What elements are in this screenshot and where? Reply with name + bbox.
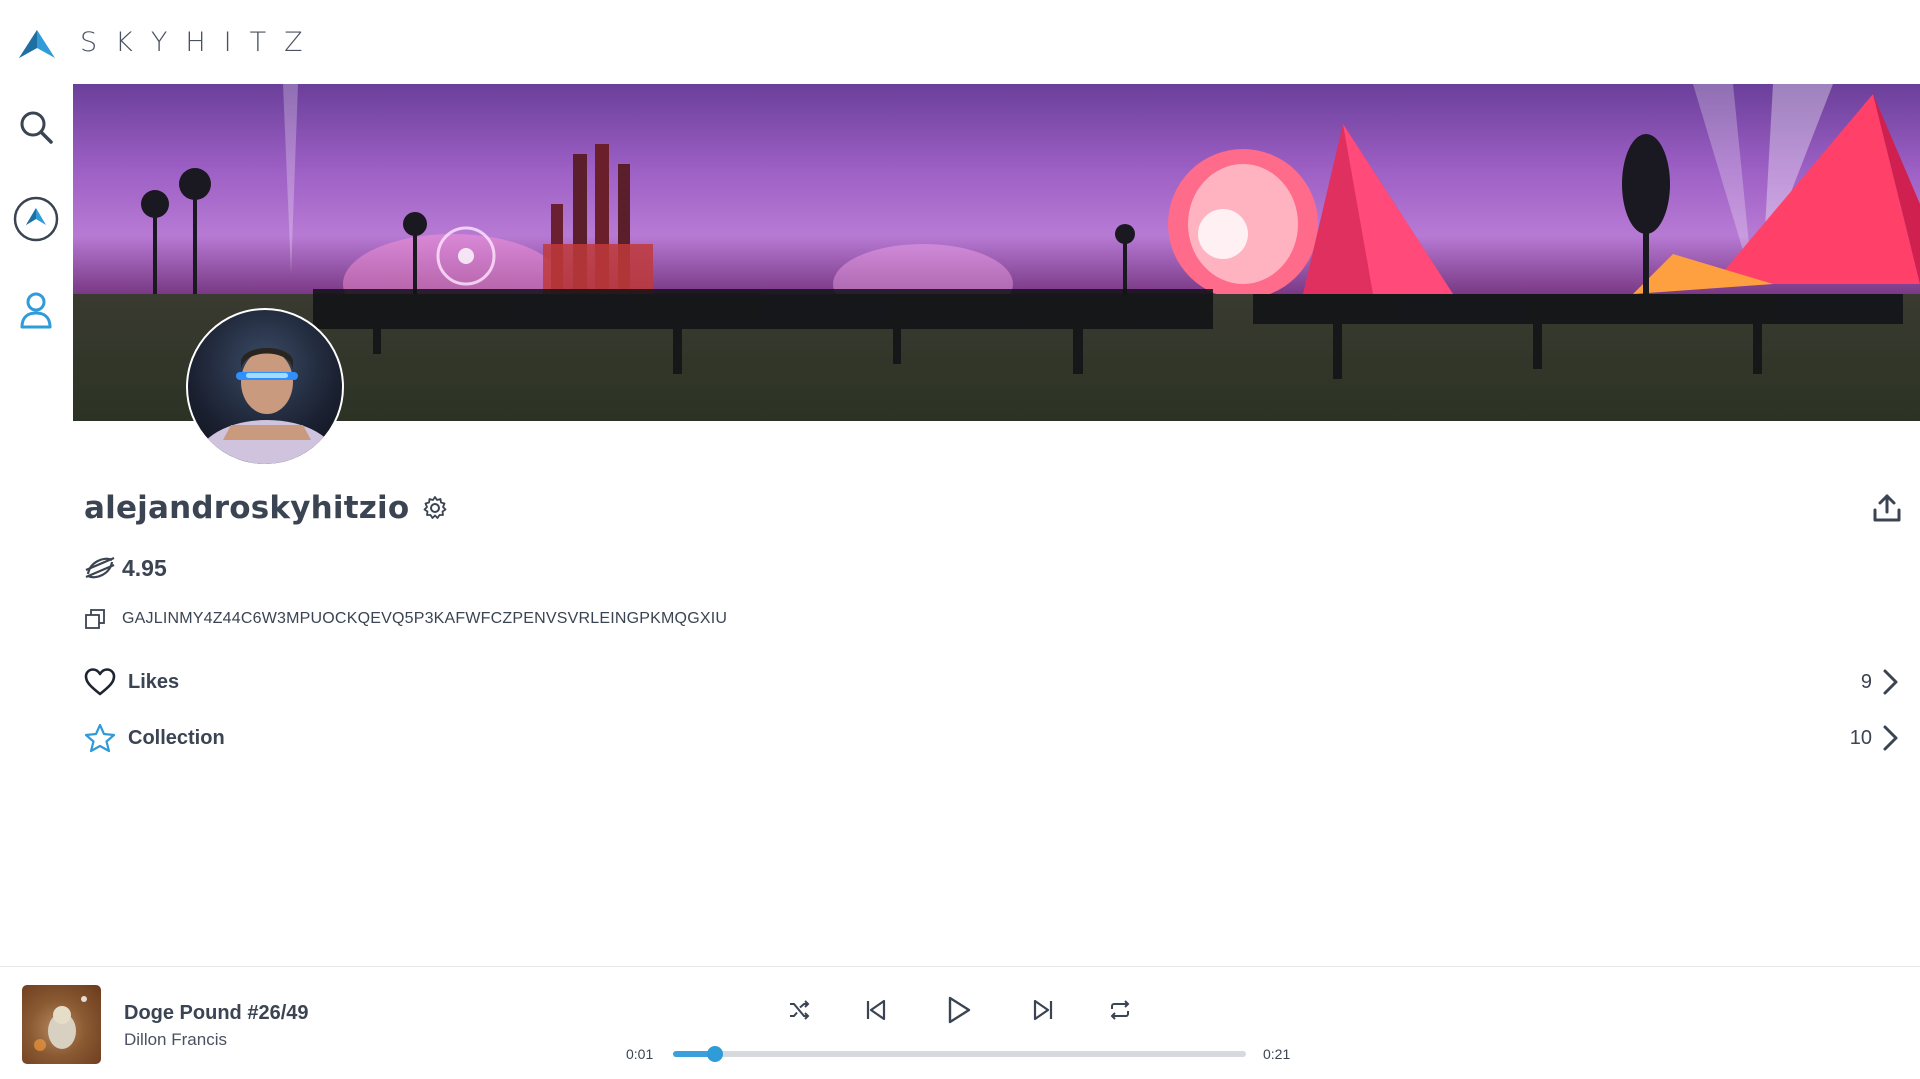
repeat-button[interactable] (1102, 992, 1138, 1028)
progress-bar[interactable] (673, 1046, 1246, 1062)
music-player: Doge Pound #26/49 Dillon Francis 0:01 0:… (0, 966, 1920, 1079)
progress-handle[interactable] (706, 1046, 723, 1062)
chevron-right-icon (1883, 725, 1898, 751)
play-icon (948, 996, 971, 1024)
star-icon (84, 723, 116, 753)
profile-banner (73, 84, 1920, 421)
previous-button[interactable] (858, 992, 894, 1028)
likes-count: 9 (1860, 670, 1872, 693)
gear-icon[interactable] (421, 494, 449, 522)
share-upload-icon[interactable] (1871, 492, 1903, 524)
stellar-xlm-icon (85, 556, 115, 579)
user-icon (20, 292, 52, 329)
time-elapsed: 0:01 (626, 1046, 654, 1062)
track-cover-image (34, 996, 87, 1051)
list-item-likes[interactable]: Likes 9 (84, 662, 1904, 702)
repeat-icon (1110, 1000, 1130, 1020)
list-item-collection[interactable]: Collection 10 (84, 718, 1904, 758)
profile-username: alejandroskyhitzio (84, 490, 410, 526)
skyhitz-logo[interactable] (17, 28, 57, 60)
avatar[interactable] (186, 308, 344, 466)
track-artist[interactable]: Dillon Francis (124, 1030, 227, 1050)
track-title: Doge Pound #26/49 (124, 1002, 309, 1024)
play-button[interactable] (940, 992, 976, 1028)
festival-banner-image (73, 84, 1920, 421)
search-icon (20, 111, 53, 144)
skyhitz-logo-icon (13, 196, 59, 242)
skip-previous-icon (866, 999, 886, 1021)
shuffle-icon (790, 1000, 810, 1020)
sidebar-item-home[interactable] (12, 195, 60, 243)
balance-row: 4.95 (84, 552, 167, 584)
brand-name[interactable]: SKYHITZ (80, 27, 321, 58)
sidebar-item-profile[interactable] (12, 286, 60, 334)
track-cover-art[interactable] (22, 985, 101, 1064)
shuffle-button[interactable] (781, 992, 817, 1028)
next-button[interactable] (1025, 992, 1061, 1028)
likes-label: Likes (128, 670, 180, 693)
top-bar: SKYHITZ (0, 0, 1920, 84)
sidebar-item-search[interactable] (12, 103, 60, 151)
balance-value: 4.95 (122, 554, 167, 581)
avatar-image (197, 348, 337, 464)
collection-label: Collection (128, 726, 225, 749)
wallet-address: GAJLINMY4Z44C6W3MPUOCKQEVQ5P3KAFWFCZPENV… (122, 610, 728, 627)
collection-count: 10 (1849, 726, 1872, 749)
time-total: 0:21 (1263, 1046, 1291, 1062)
heart-icon (84, 668, 116, 696)
chevron-right-icon (1883, 669, 1898, 695)
sidebar (0, 84, 73, 964)
copy-icon[interactable] (84, 608, 106, 630)
skip-next-icon (1033, 999, 1053, 1021)
wallet-address-row[interactable]: GAJLINMY4Z44C6W3MPUOCKQEVQ5P3KAFWFCZPENV… (84, 607, 727, 631)
